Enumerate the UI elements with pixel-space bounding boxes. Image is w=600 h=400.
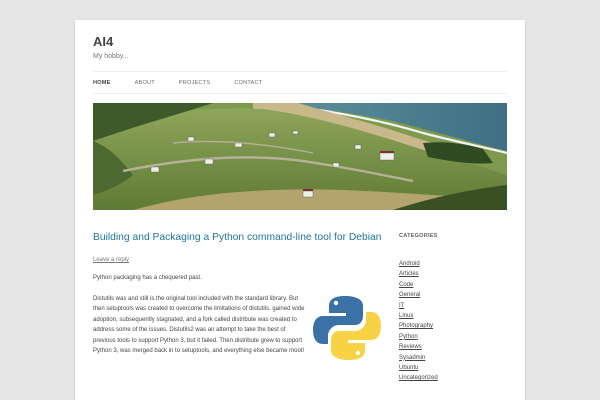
site-tagline: My hobby... [93,53,129,60]
nav-item-about[interactable]: ABOUT [135,80,155,86]
python-logo-image [311,294,383,362]
post-title[interactable]: Building and Packaging a Python command-… [93,231,383,244]
list-item: Uncategorized [399,366,499,381]
nav-item-home[interactable]: HOME [93,80,111,86]
leave-reply-link[interactable]: Leave a reply [93,257,383,263]
category-list: Android Articles Code General IT Linux P… [399,252,499,381]
list-item: Ubuntu [399,356,499,371]
list-item: Photography [399,314,499,329]
list-item: Android [399,252,499,267]
list-item: Reviews [399,335,499,350]
sidebar-categories: CATEGORIES Android Articles Code General… [399,233,499,381]
list-item: Articles [399,262,499,277]
categories-heading: CATEGORIES [399,233,438,239]
list-item: Linux [399,304,499,319]
nav-item-projects[interactable]: PROJECTS [179,80,210,86]
main-navigation: HOME ABOUT PROJECTS CONTACT [93,71,507,94]
post-content: Building and Packaging a Python command-… [93,231,383,366]
list-item: Python [399,325,499,340]
site-title[interactable]: AI4 [93,34,113,49]
post-paragraph-1: Python packaging has a chequered past. [93,275,202,281]
header-banner-image [93,103,507,210]
list-item: Sysadmin [399,346,499,361]
category-link-uncategorized[interactable]: Uncategorized [399,375,438,381]
list-item: General [399,283,499,298]
nav-item-contact[interactable]: CONTACT [234,80,262,86]
page-container: AI4 My hobby... HOME ABOUT PROJECTS CONT… [75,20,525,400]
